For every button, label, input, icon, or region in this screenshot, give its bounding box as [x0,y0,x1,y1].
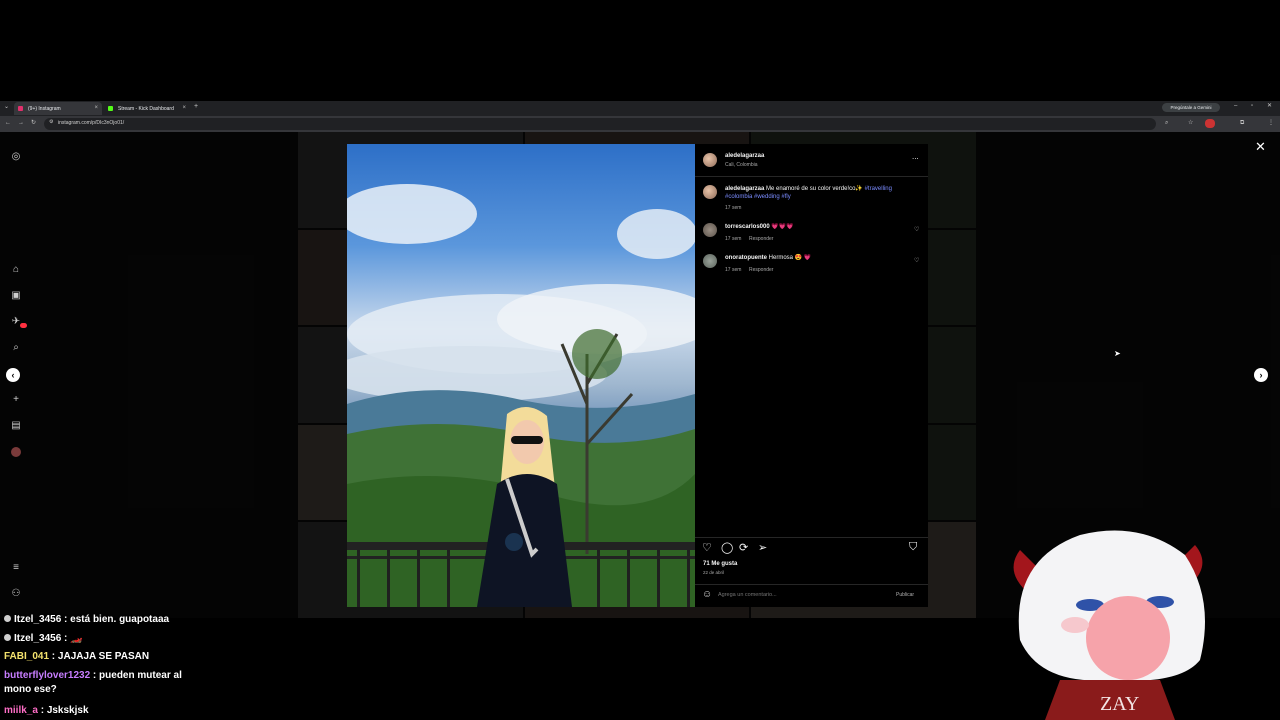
comment: onoratopuente Hermosa 😍 💗 [725,254,811,262]
tab-close-icon[interactable]: × [182,105,186,111]
post-photo-illustration [347,184,695,607]
header-divider [695,176,928,177]
tab-kick-dashboard[interactable]: Stream - Kick Dashboard × [104,102,190,115]
reload-icon[interactable]: ↻ [31,120,36,126]
post-location[interactable]: Cali, Colombia [725,162,758,168]
comment-username[interactable]: torrescarlos000 [725,224,770,230]
browser-menu-icon[interactable]: ⋮ [1268,120,1274,126]
zoom-icon[interactable]: ⌕ [1165,120,1168,126]
caption-avatar[interactable] [703,185,717,199]
repost-icon[interactable]: ⟳ [739,541,748,554]
chat-username: Itzel_3456 [14,614,62,625]
post-author-avatar[interactable] [703,153,717,167]
actions-divider [695,537,928,538]
caption: aledelagarzaa Me enamoré de su color ver… [725,185,915,201]
tab-search-icon[interactable]: ⌄ [4,104,9,110]
chat-message: butterflylover1232 : pueden mutear al mo… [4,670,182,695]
likes-count[interactable]: 71 Me gusta [703,561,737,567]
more-options-icon[interactable]: ... [912,152,919,161]
chat-message: miilk_a : Jskskjsk [4,705,89,716]
comment-icon[interactable]: ◯ [721,541,733,554]
close-icon[interactable]: ✕ [1255,139,1266,155]
minimize-icon[interactable]: – [1234,103,1237,109]
caption-username[interactable]: aledelagarzaa [725,186,764,192]
window-close-icon[interactable]: ✕ [1267,103,1272,109]
notification-badge [20,323,27,328]
emoji-icon[interactable]: ☺ [702,589,712,600]
chevron-left-icon[interactable]: ‹ [6,368,20,382]
bookmark-icon[interactable]: ⛉ [909,541,917,554]
vtuber-avatar: ZAY [1013,530,1205,720]
menu-icon[interactable]: ≡ [10,562,22,574]
publish-button[interactable]: Publicar [896,592,914,598]
gemini-label: Pregúntale a Gemini [1170,105,1212,110]
forward-icon[interactable]: → [18,120,24,126]
kick-favicon-icon [108,106,113,111]
instagram-icon[interactable]: ◎ [10,151,22,163]
comment-reply-link[interactable]: Responder [749,236,773,242]
commenter-avatar[interactable] [703,254,717,268]
comment-username[interactable]: onoratopuente [725,255,767,261]
more-icon[interactable]: ⚇ [10,588,22,600]
comment-like-icon[interactable]: ♡ [914,226,919,233]
vtuber-shirt-text: ZAY [1100,693,1139,715]
tab-instagram[interactable]: (9+) Instagram × [14,102,102,115]
back-icon[interactable]: ← [5,120,11,126]
comment-time: 17 sem [725,267,742,273]
browser-tab-bar [0,101,1280,116]
caption-time: 17 sem [725,205,742,211]
chat-text: JAJAJA SE PASAN [57,651,150,662]
chat-username: miilk_a [4,705,38,716]
reels-icon[interactable]: ▣ [10,290,22,302]
comment-text: Hermosa 😍 💗 [768,255,812,261]
tab-close-icon[interactable]: × [94,105,98,111]
caption-text: Me enamoré de su color verde!co✨ [766,186,863,192]
maximize-icon[interactable]: ▫ [1251,103,1253,109]
post-photo[interactable] [347,144,695,607]
mouse-cursor: ➤ [1114,349,1121,358]
bookmark-star-icon[interactable]: ☆ [1188,120,1193,126]
top-black-area [0,0,1280,101]
share-icon[interactable]: ➢ [758,541,767,554]
url-field[interactable] [44,118,1156,130]
gemini-button[interactable]: Pregúntale a Gemini [1162,103,1220,112]
chat-message: Itzel_3456 : está bien. guapotaaa [4,613,169,627]
instagram-favicon-icon [18,106,23,111]
commenter-avatar[interactable] [703,223,717,237]
chat-text: está bien. guapotaaa [70,614,170,625]
new-tab-button[interactable]: + [194,103,198,110]
comment-box-divider [695,584,928,585]
post-date: 22 de abril [703,570,725,575]
chat-username: butterflylover1232 [4,670,91,681]
create-icon[interactable]: + [10,394,22,406]
extensions-icon[interactable]: ⧉ [1240,120,1244,126]
profile-avatar[interactable] [11,447,21,457]
chat-text: 🏎️ [70,633,83,644]
comment-time: 17 sem [725,236,742,242]
search-icon[interactable]: ⌕ [10,342,22,354]
post-author-username[interactable]: aledelagarzaa [725,153,764,159]
url-text: instagram.com/p/DIc3nOjo01/ [58,120,125,126]
comment-reply-link[interactable]: Responder [749,267,773,273]
chevron-right-icon[interactable]: › [1254,368,1268,382]
home-icon[interactable]: ⌂ [10,264,22,276]
chat-badge-icon [4,615,11,622]
comment-text: 💗💗💗 [771,224,794,230]
site-info-icon[interactable]: ⚙ [49,120,53,125]
tab-label: Stream - Kick Dashboard [118,105,174,112]
chat-badge-icon [4,634,11,641]
comment: torrescarlos000 💗💗💗 [725,223,794,231]
heart-icon[interactable]: ♡ [702,541,712,554]
chat-text: Jskskjsk [46,705,89,716]
chat-username: Itzel_3456 [14,633,62,644]
chat-message: FABI_041 : JAJAJA SE PASAN [4,651,150,662]
tab-label: (9+) Instagram [28,105,61,112]
chat-username: FABI_041 [4,651,50,662]
extension-icon[interactable] [1205,119,1215,128]
comment-like-icon[interactable]: ♡ [914,257,919,264]
comment-input[interactable] [718,590,888,600]
dashboard-icon[interactable]: ▤ [10,420,22,432]
chat-message: Itzel_3456 : 🏎️ [4,632,83,646]
